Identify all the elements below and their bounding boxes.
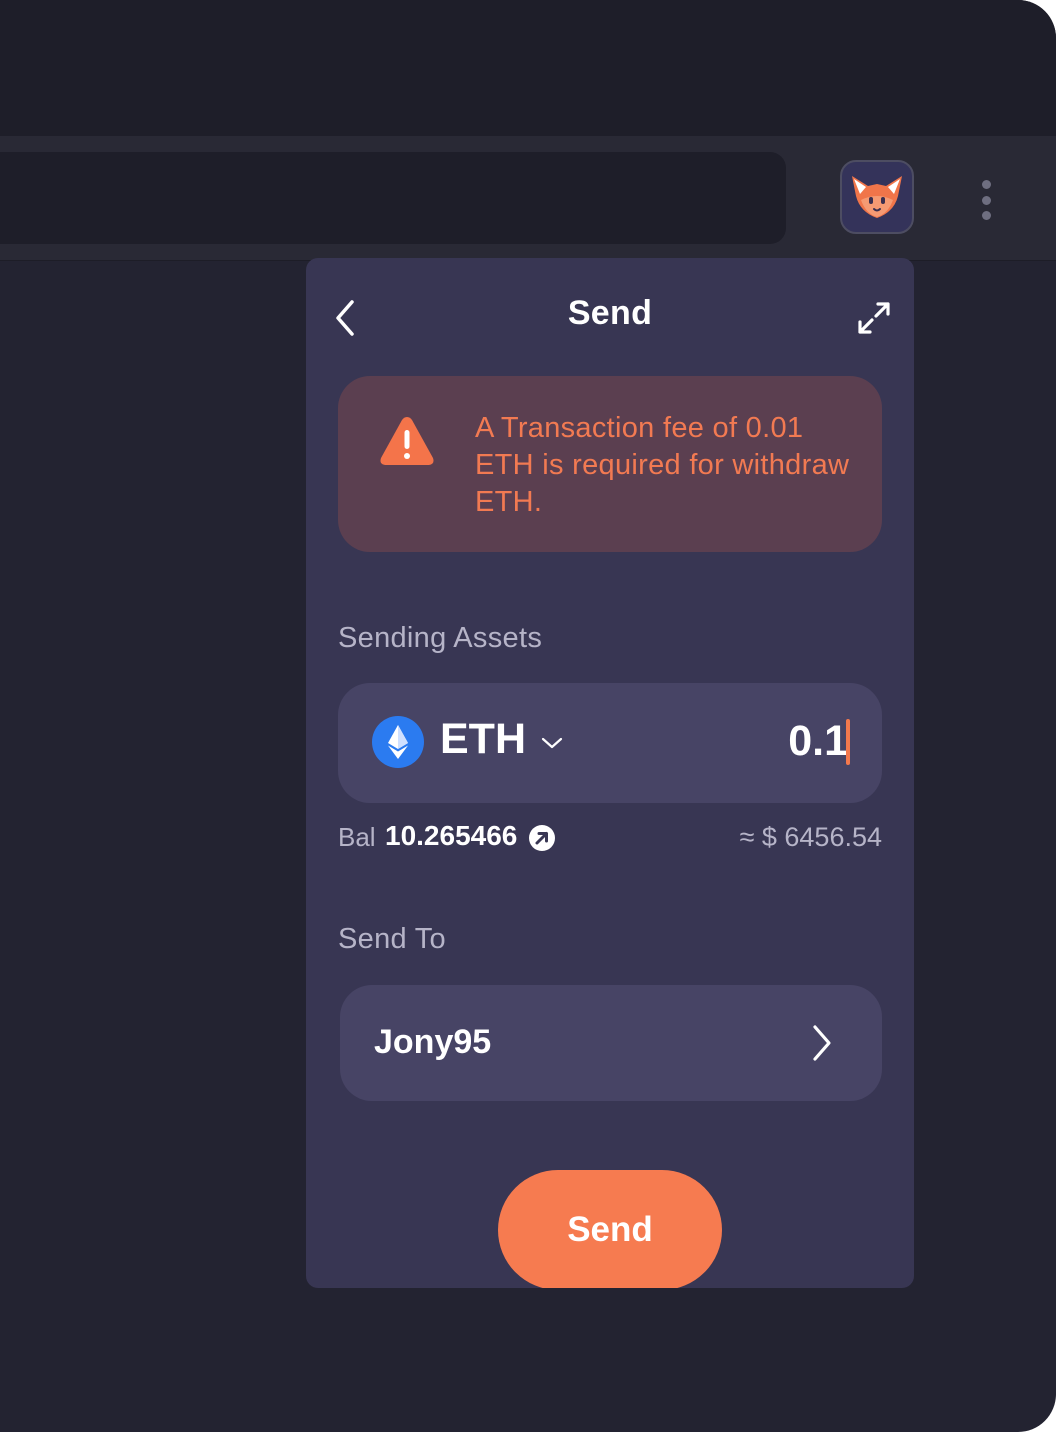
menu-dot [981,195,991,205]
balance-label: Bal [338,822,376,852]
asset-symbol: ETH [440,715,526,763]
menu-dot [981,211,991,220]
fee-warning-banner: A Transaction fee of 0.01 ETH is require… [338,376,882,552]
send-button[interactable]: Send [498,1170,722,1288]
fox-logo-icon [852,176,902,218]
recipient-selector[interactable]: Jony95 [340,985,882,1101]
browser-titlebar [0,0,1056,136]
expand-icon [858,302,890,334]
wallet-extension-button[interactable] [840,160,914,234]
chevron-down-icon [541,737,563,749]
balance-value: 10.265466 [385,820,518,851]
page-title: Send [567,294,653,332]
fiat-value: ≈ $ 6456.54 [739,822,882,852]
amount-input[interactable] [648,711,852,771]
chevron-right-icon [813,1025,831,1061]
warning-triangle-icon [380,417,434,465]
text-cursor [846,719,850,765]
warning-message: A Transaction fee of 0.01 ETH is require… [475,412,850,518]
recipient-name: Jony95 [374,1023,492,1061]
balance-row: Bal 10.265466 ≈ $ 6456.54 [338,820,882,860]
ethereum-icon [372,716,424,768]
asset-amount-field: ETH [338,683,882,803]
sending-assets-label: Sending Assets [338,622,543,654]
browser-menu-button[interactable] [970,174,1002,226]
address-bar[interactable] [0,152,786,244]
max-arrow-icon[interactable] [528,824,556,852]
send-to-label: Send To [338,923,446,955]
browser-window: Send A Transaction fee of 0.01 ETH is re… [0,0,1056,1432]
menu-dot [981,180,991,189]
expand-button[interactable] [854,298,894,338]
wallet-popup: Send A Transaction fee of 0.01 ETH is re… [306,258,914,1288]
